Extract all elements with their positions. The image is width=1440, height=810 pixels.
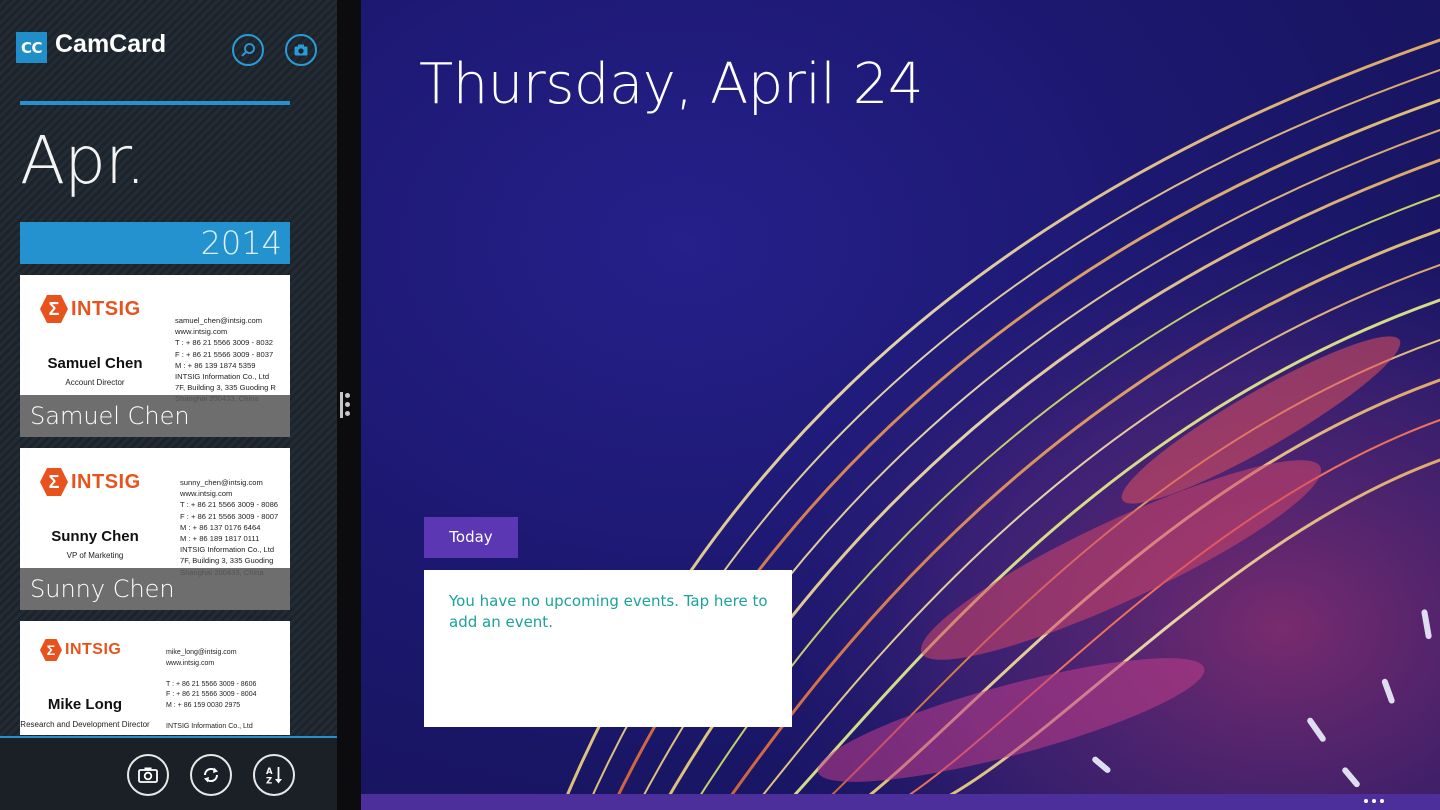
sync-button[interactable] [190,754,232,796]
search-icon [241,43,255,57]
card-list[interactable]: Σ INTSIG Samuel Chen Account Director sa… [20,275,290,735]
date-heading: Thursday, April 24 [419,52,924,117]
card-contact-info: samuel_chen@intsig.com www.intsig.com T … [175,316,276,403]
splitter-grip[interactable] [340,392,343,418]
card-contact-info: sunny_chen@intsig.com www.intsig.com T :… [180,478,279,577]
more-options-icon[interactable] [1364,799,1384,803]
business-card-tile[interactable]: Σ INTSIG Mike Long Research and Developm… [20,621,290,735]
intsig-logo: Σ INTSIG [40,468,141,496]
intsig-logo: Σ INTSIG [40,639,121,661]
today-tab[interactable]: Today [424,517,518,558]
no-events-message[interactable]: You have no upcoming events. Tap here to… [449,591,769,633]
brand-name: INTSIG [71,470,141,493]
month-heading: Apr. [20,122,146,199]
camera-icon [294,44,308,56]
calendar-app-bar-hint[interactable] [361,794,1440,810]
year-label: 2014 [200,224,282,262]
camcard-app-bar: A Z [0,736,337,810]
card-person-title: Account Director [65,378,125,387]
card-caption: Sunny Chen [20,568,290,610]
business-card-tile[interactable]: Σ INTSIG Samuel Chen Account Director sa… [20,275,290,437]
calendar-app: Thursday, April 24 Today You have no upc… [361,0,1440,810]
sigma-icon: Σ [40,295,68,323]
svg-text:Z: Z [266,777,272,787]
camcard-app: CC CamCard Apr. 2014 Σ INTSIG Samuel Che… [0,0,337,810]
sort-az-icon: A Z [266,767,282,787]
card-person-title: VP of Marketing [66,551,124,560]
events-panel[interactable]: You have no upcoming events. Tap here to… [424,570,792,727]
sigma-icon: Σ [40,468,68,496]
card-person-name: Sunny Chen [51,528,139,545]
splitter-handle-icon[interactable] [345,393,350,420]
camcard-logo: CC [16,32,47,63]
sort-button[interactable]: A Z [253,754,295,796]
svg-text:A: A [266,767,273,777]
brand-name: INTSIG [65,641,122,658]
year-header: 2014 [20,222,290,264]
sigma-icon: Σ [40,639,62,661]
capture-card-button[interactable] [127,754,169,796]
intsig-logo: Σ INTSIG [40,295,141,323]
card-contact-info: mike_long@intsig.com www.intsig.com T : … [166,649,257,730]
search-button[interactable] [232,34,264,66]
card-person-name: Samuel Chen [47,355,143,372]
app-title: CamCard [55,30,167,58]
camera-icon [138,767,158,783]
sync-icon [203,767,219,783]
header-divider [20,101,290,105]
camera-button[interactable] [285,34,317,66]
card-caption: Samuel Chen [20,395,290,437]
card-person-title: Research and Development Director [20,720,150,729]
business-card-tile[interactable]: Σ INTSIG Sunny Chen VP of Marketing sunn… [20,448,290,610]
brand-name: INTSIG [71,297,141,320]
card-person-name: Mike Long [47,696,123,713]
